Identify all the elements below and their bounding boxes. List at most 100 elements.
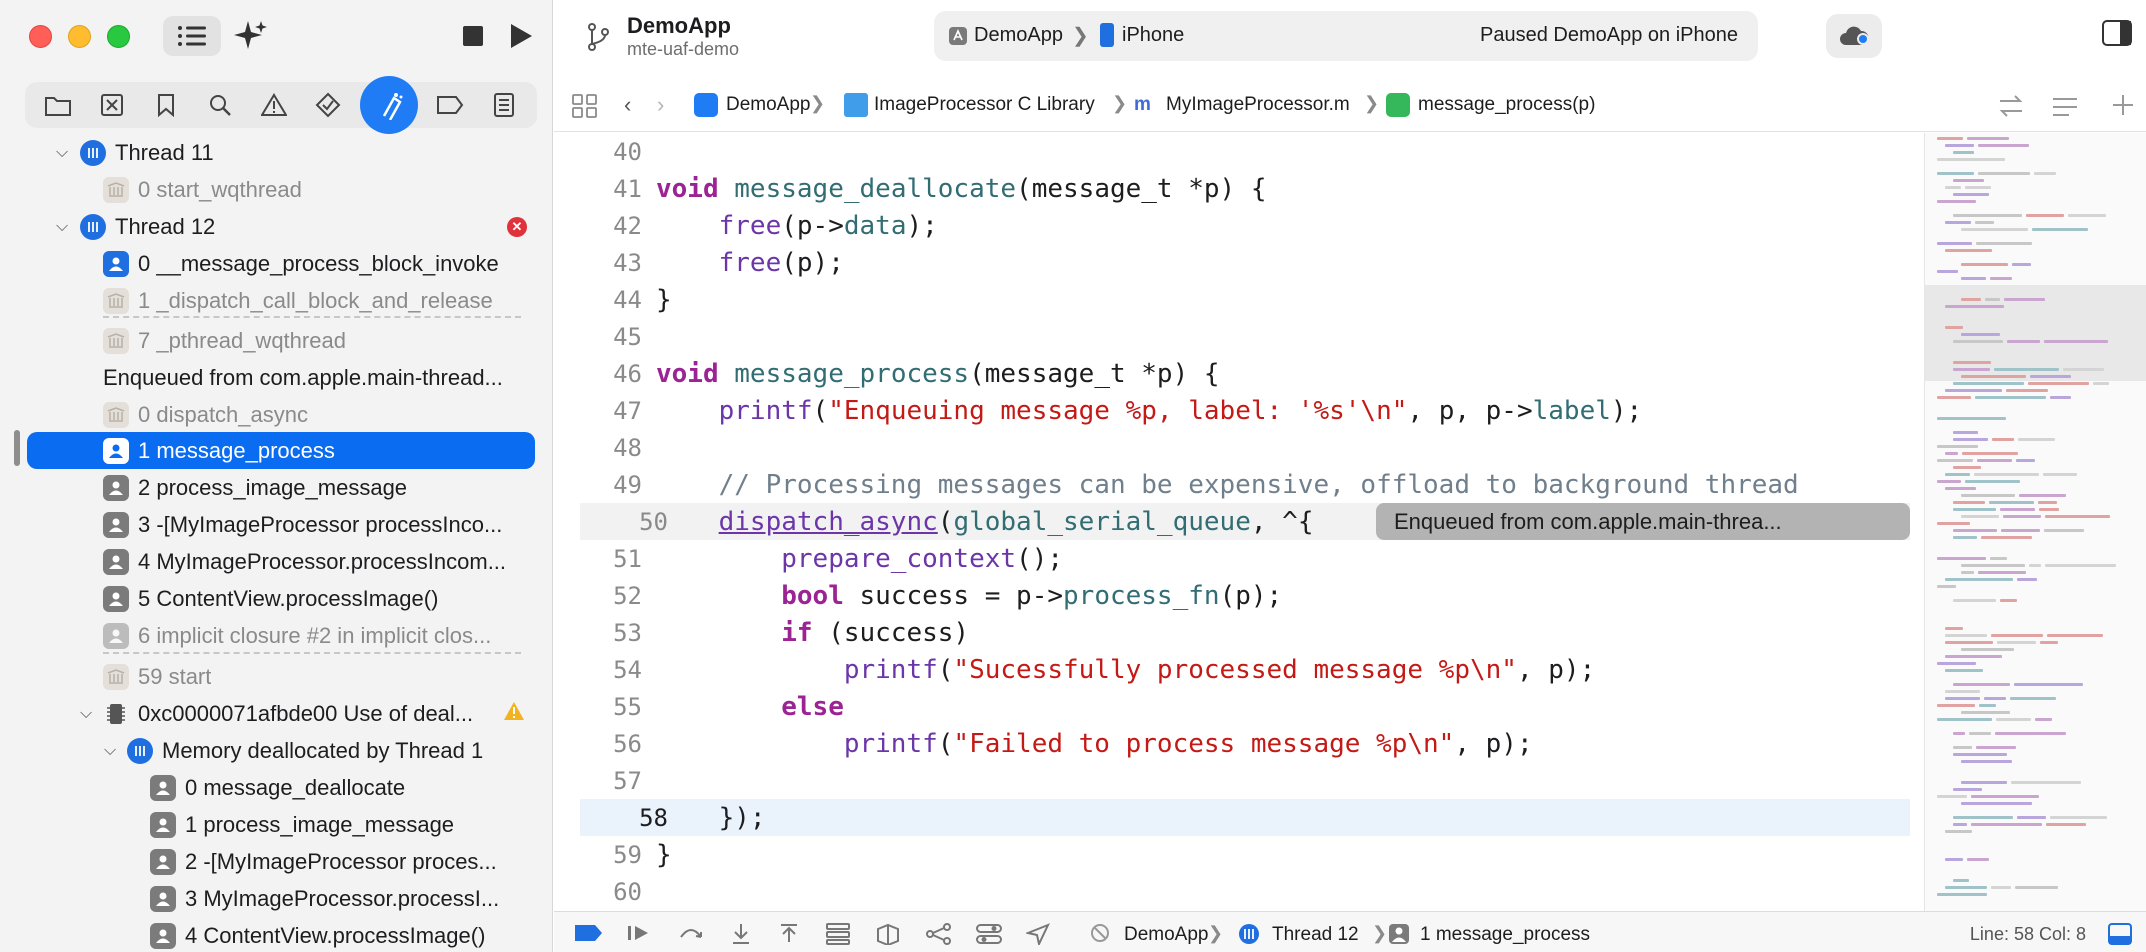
line-number: 56 (613, 730, 642, 758)
thread-row[interactable]: ⌵ Thread 12 ✕ (0, 208, 553, 245)
code-text: ( (937, 729, 954, 759)
frame-label: 59 start (138, 663, 212, 689)
step-over-icon[interactable] (678, 923, 704, 943)
stack-frame-row[interactable]: 3 MyImageProcessor.processI... (0, 880, 553, 917)
memory-issue-row[interactable]: ⌵ 0xc0000071afbde00 Use of deal... (0, 695, 553, 732)
minimap-code-line (2045, 515, 2110, 518)
editor-options-icon[interactable] (2052, 96, 2078, 118)
environment-overrides-icon[interactable] (976, 923, 1002, 945)
stack-frame-row[interactable]: 4 MyImageProcessor.processIncom... (0, 543, 553, 580)
chevron-down-icon[interactable]: ⌵ (80, 705, 92, 723)
debug-view-icon[interactable] (876, 923, 900, 945)
thread-row[interactable]: ⌵ Thread 11 (0, 134, 553, 171)
source-editor[interactable]: 40 41 void message_deallocate(message_t … (554, 133, 1924, 911)
run-destination-selector[interactable]: iPhone (1122, 24, 1184, 47)
folder-icon (844, 93, 868, 117)
bookmark-navigator-tab[interactable] (144, 85, 188, 125)
stack-frame-row[interactable]: 0 dispatch_async (0, 396, 553, 433)
debug-navigator-tab[interactable] (360, 76, 418, 134)
stack-frame-row[interactable]: 0 start_wqthread (0, 171, 553, 208)
stack-frame-row[interactable]: 0 __message_process_block_invoke (0, 245, 553, 282)
frame-label: 3 -[MyImageProcessor processInco... (138, 511, 503, 537)
frame-label: 1 message_process (138, 437, 335, 463)
breakpoints-toggle-icon[interactable] (574, 923, 604, 943)
chevron-down-icon[interactable]: ⌵ (56, 218, 68, 236)
stack-frame-row[interactable]: 5 ContentView.processImage() (0, 580, 553, 617)
project-navigator-tab[interactable] (36, 85, 80, 125)
minimap-code-line (1945, 669, 1983, 672)
step-into-icon[interactable] (730, 923, 752, 945)
deallocation-thread-row[interactable]: ⌵ Memory deallocated by Thread 1 (0, 732, 553, 769)
test-navigator-tab[interactable] (306, 85, 350, 125)
folder-icon (45, 97, 71, 116)
jumpbar-symbol[interactable]: message_process(p) (1418, 94, 1595, 116)
add-editor-icon[interactable] (2112, 94, 2134, 116)
stack-frame-row[interactable]: 3 -[MyImageProcessor processInco... (0, 506, 553, 543)
report-navigator-tab[interactable] (482, 85, 526, 125)
memory-graph-icon[interactable] (926, 923, 952, 945)
minimap-code-line (1953, 879, 1969, 882)
minimize-window-button[interactable] (68, 25, 91, 48)
run-button[interactable] (505, 16, 537, 56)
coding-assistant-button[interactable] (228, 16, 272, 56)
scheme-selector[interactable]: DemoApp (974, 24, 1063, 47)
jumpbar-group[interactable]: ImageProcessor C Library (874, 94, 1095, 116)
stack-frame-row-selected[interactable]: 1 message_process (27, 432, 535, 469)
cloud-status-button[interactable] (1826, 14, 1882, 58)
enqueued-annotation[interactable]: Enqueued from com.apple.main-threa... (1376, 503, 1910, 540)
stack-frame-row[interactable]: 7 _pthread_wqthread (0, 322, 553, 359)
location-arrow-icon[interactable] (1026, 923, 1050, 945)
code-text: , p, p-> (1407, 396, 1533, 426)
stack-frame-row[interactable]: 2 -[MyImageProcessor proces... (0, 843, 553, 880)
jumpbar-project[interactable]: DemoApp (726, 94, 811, 116)
issue-navigator-tab[interactable] (252, 85, 296, 125)
forward-chevron-icon[interactable]: › (657, 92, 664, 118)
enqueued-from-row[interactable]: Enqueued from com.apple.main-thread... (0, 359, 553, 396)
stop-button[interactable] (457, 16, 489, 56)
minimap-code-line (1976, 242, 2032, 245)
thread-icon (1239, 924, 1259, 944)
close-window-button[interactable] (29, 25, 52, 48)
source-control-navigator-tab[interactable] (90, 85, 134, 125)
jumpbar-file[interactable]: MyImageProcessor.m (1166, 94, 1350, 116)
activity-view[interactable]: DemoApp ❯ iPhone Paused DemoApp on iPhon… (934, 11, 1758, 61)
keyword: if (781, 618, 813, 648)
inspector-toggle-button[interactable] (2102, 20, 2132, 51)
line-number: 51 (613, 545, 642, 573)
chevron-down-icon[interactable]: ⌵ (104, 742, 116, 760)
navigator-toggle-button[interactable] (163, 16, 221, 56)
find-navigator-tab[interactable] (198, 85, 242, 125)
debug-thread[interactable]: Thread 12 (1272, 924, 1359, 946)
branch-name[interactable]: mte-uaf-demo (627, 39, 739, 60)
stack-frame-row[interactable]: 1 _dispatch_call_block_and_release (0, 282, 553, 319)
minimap-code-line (1945, 634, 1987, 637)
stack-frame-row[interactable]: 2 process_image_message (0, 469, 553, 506)
code-text: (); (1016, 544, 1064, 574)
continue-icon[interactable] (626, 923, 652, 943)
stack-frame-row[interactable]: 6 implicit closure #2 in implicit clos..… (0, 617, 553, 654)
thread-icon (80, 213, 106, 240)
minimap[interactable] (1924, 133, 2146, 911)
sidebar-resize-handle[interactable] (14, 430, 20, 466)
frame-label: 0 start_wqthread (138, 176, 302, 202)
minimap-code-line (1945, 830, 1972, 833)
debug-process[interactable]: DemoApp (1124, 924, 1209, 946)
stack-frame-row[interactable]: 4 ContentView.processImage() (0, 917, 553, 952)
swap-arrows-icon[interactable] (1998, 94, 2024, 118)
back-chevron-icon[interactable]: ‹ (624, 92, 631, 118)
minimap-code-line (1945, 326, 1963, 329)
view-hierarchy-icon[interactable] (826, 923, 850, 945)
debug-area-toggle-icon[interactable] (2108, 923, 2132, 945)
breakpoint-navigator-tab[interactable] (428, 85, 472, 125)
string-literal: "Enqueuing message %p, label: '%s'\n" (828, 396, 1408, 426)
stack-frame-row[interactable]: 1 process_image_message (0, 806, 553, 843)
step-out-icon[interactable] (778, 923, 800, 945)
keyword: else (781, 692, 844, 722)
stack-frame-row[interactable]: 59 start (0, 658, 553, 695)
line-number: 47 (613, 397, 642, 425)
chevron-down-icon[interactable]: ⌵ (56, 144, 68, 162)
zoom-window-button[interactable] (107, 25, 130, 48)
related-items-grid-icon[interactable] (572, 94, 598, 118)
debug-frame[interactable]: 1 message_process (1420, 924, 1590, 946)
stack-frame-row[interactable]: 0 message_deallocate (0, 769, 553, 806)
